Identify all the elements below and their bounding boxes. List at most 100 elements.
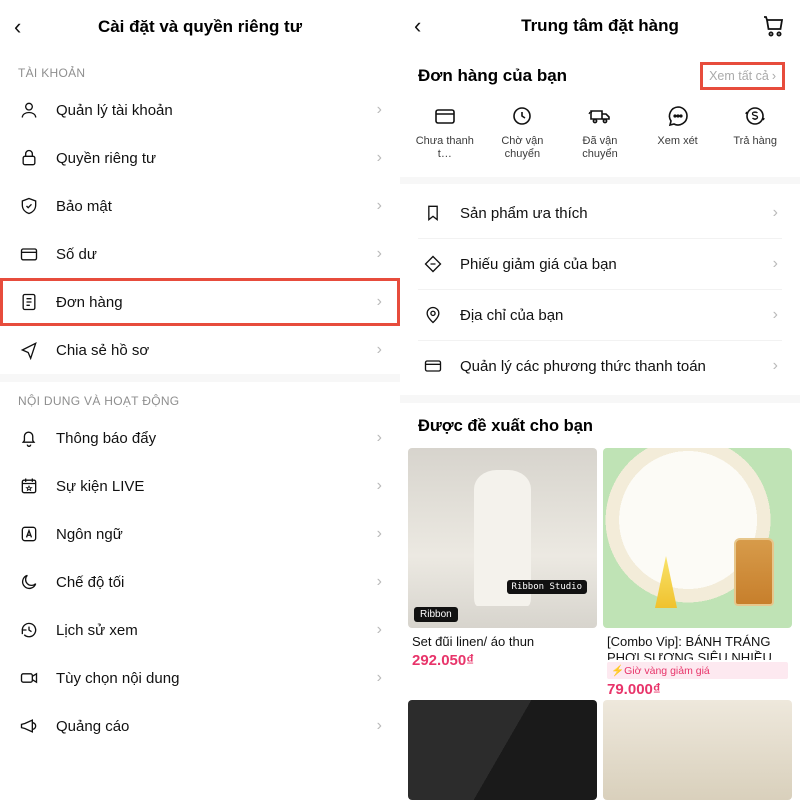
card-icon (422, 355, 444, 377)
status-awaiting-ship[interactable]: Chờ vận chuyển (484, 103, 562, 160)
row-label: Chia sẻ hồ sơ (56, 342, 361, 359)
row-language[interactable]: Ngôn ngữ › (0, 510, 400, 558)
chevron-right-icon: › (377, 293, 382, 311)
product-title: [Combo Vip]: BÁNH TRÁNG PHƠI SƯƠNG SIÊU … (603, 628, 792, 660)
location-icon (422, 304, 444, 326)
chat-icon (665, 103, 691, 129)
settings-title: Cài đặt và quyền riêng tư (0, 17, 400, 37)
product-title: Set đũi linen/ áo thun (408, 628, 597, 652)
left-topbar: ‹ Cài đặt và quyền riêng tư (0, 0, 400, 54)
row-account-manage[interactable]: Quản lý tài khoản › (0, 86, 400, 134)
recommended-grid-more (400, 698, 800, 800)
share-icon (18, 339, 40, 361)
row-label: Sản phẩm ưa thích (460, 205, 757, 222)
block-separator (400, 177, 800, 185)
row-label: Địa chỉ của bạn (460, 307, 757, 324)
truck-icon (587, 103, 613, 129)
row-share-profile[interactable]: Chia sẻ hồ sơ › (0, 326, 400, 374)
row-coupons[interactable]: Phiếu giảm giá của bạn › (400, 239, 800, 289)
chevron-right-icon: › (377, 573, 382, 591)
chevron-right-icon: › (377, 245, 382, 263)
status-shipped[interactable]: Đã vận chuyển (561, 103, 639, 160)
wallet-icon (18, 243, 40, 265)
bookmark-icon (422, 202, 444, 224)
megaphone-icon (18, 715, 40, 737)
row-label: Lịch sử xem (56, 622, 361, 639)
row-content-preferences[interactable]: Tùy chọn nội dung › (0, 654, 400, 702)
product-card[interactable]: [Combo Vip]: BÁNH TRÁNG PHƠI SƯƠNG SIÊU … (603, 448, 792, 698)
row-label: Quản lý tài khoản (56, 102, 361, 119)
chevron-right-icon: › (773, 255, 778, 273)
row-live-events[interactable]: Sự kiện LIVE › (0, 462, 400, 510)
brand-tag: Ribbon (414, 607, 458, 622)
status-label: Chưa thanh t… (413, 135, 477, 160)
video-icon (18, 667, 40, 689)
order-status-row: Chưa thanh t… Chờ vận chuyển Đã vận chuy… (400, 97, 800, 176)
row-label: Đơn hàng (56, 294, 361, 311)
row-favorites[interactable]: Sản phẩm ưa thích › (400, 188, 800, 238)
recommended-heading: Được đề xuất cho bạn (400, 403, 800, 448)
chevron-right-icon: › (377, 477, 382, 495)
product-card[interactable]: Ribbon Ribbon Studio Set đũi linen/ áo t… (408, 448, 597, 698)
row-balance[interactable]: Số dư › (0, 230, 400, 278)
status-label: Xem xét (657, 135, 697, 148)
row-ads[interactable]: Quảng cáo › (0, 702, 400, 750)
chevron-right-icon: › (377, 525, 382, 543)
chevron-right-icon: › (377, 197, 382, 215)
row-privacy[interactable]: Quyền riêng tư › (0, 134, 400, 182)
chevron-right-icon: › (377, 717, 382, 735)
block-separator (0, 374, 400, 382)
row-payment-methods[interactable]: Quản lý các phương thức thanh toán › (400, 341, 800, 391)
calendar-star-icon (18, 475, 40, 497)
row-addresses[interactable]: Địa chỉ của bạn › (400, 290, 800, 340)
ticket-icon (422, 253, 444, 275)
status-review[interactable]: Xem xét (639, 103, 717, 160)
status-return[interactable]: Trả hàng (716, 103, 794, 160)
status-label: Đã vận chuyển (568, 135, 632, 160)
chevron-right-icon: › (377, 149, 382, 167)
back-icon[interactable]: ‹ (14, 14, 21, 40)
status-label: Chờ vận chuyển (490, 135, 554, 160)
status-label: Trả hàng (733, 135, 777, 148)
row-label: Tùy chọn nội dung (56, 670, 361, 687)
moon-icon (18, 571, 40, 593)
product-thumbnail: Ribbon Ribbon Studio (408, 448, 597, 628)
row-label: Chế độ tối (56, 574, 361, 591)
row-label: Sự kiện LIVE (56, 478, 361, 495)
lock-icon (18, 147, 40, 169)
status-unpaid[interactable]: Chưa thanh t… (406, 103, 484, 160)
product-price: 79.000₫ (603, 681, 792, 698)
chevron-right-icon: › (773, 204, 778, 222)
product-price: 292.050₫ (408, 652, 597, 669)
chevron-right-icon: › (377, 621, 382, 639)
row-label: Phiếu giảm giá của bạn (460, 256, 757, 273)
back-icon[interactable]: ‹ (414, 13, 421, 39)
chevron-right-icon: › (377, 669, 382, 687)
chevron-right-icon: › (377, 429, 382, 447)
product-thumbnail[interactable] (603, 700, 792, 800)
row-label: Quảng cáo (56, 718, 361, 735)
row-push-notifications[interactable]: Thông báo đẩy › (0, 414, 400, 462)
right-topbar: ‹ Trung tâm đặt hàng (400, 0, 800, 51)
row-security[interactable]: Bảo mật › (0, 182, 400, 230)
order-menu: Sản phẩm ưa thích › Phiếu giảm giá của b… (400, 184, 800, 395)
section-label-account: TÀI KHOẢN (0, 54, 400, 86)
cart-icon[interactable] (762, 14, 786, 38)
row-label: Quyền riêng tư (56, 150, 361, 167)
chevron-right-icon: › (773, 306, 778, 324)
person-icon (18, 99, 40, 121)
orders-section-header: Đơn hàng của bạn Xem tất cả › (400, 51, 800, 97)
row-watch-history[interactable]: Lịch sử xem › (0, 606, 400, 654)
chevron-right-icon: › (772, 69, 776, 83)
product-thumbnail[interactable] (408, 700, 597, 800)
row-orders[interactable]: Đơn hàng › (0, 278, 400, 326)
settings-screen: ‹ Cài đặt và quyền riêng tư TÀI KHOẢN Qu… (0, 0, 400, 800)
recommended-grid: Ribbon Ribbon Studio Set đũi linen/ áo t… (400, 448, 800, 698)
view-all-link[interactable]: Xem tất cả › (703, 65, 782, 87)
studio-tag: Ribbon Studio (507, 580, 587, 594)
flash-sale-badge: ⚡Giờ vàng giảm giá (607, 662, 788, 679)
wallet-icon (432, 103, 458, 129)
order-center-screen: ‹ Trung tâm đặt hàng Đơn hàng của bạn Xe… (400, 0, 800, 800)
row-label: Thông báo đẩy (56, 430, 361, 447)
row-dark-mode[interactable]: Chế độ tối › (0, 558, 400, 606)
